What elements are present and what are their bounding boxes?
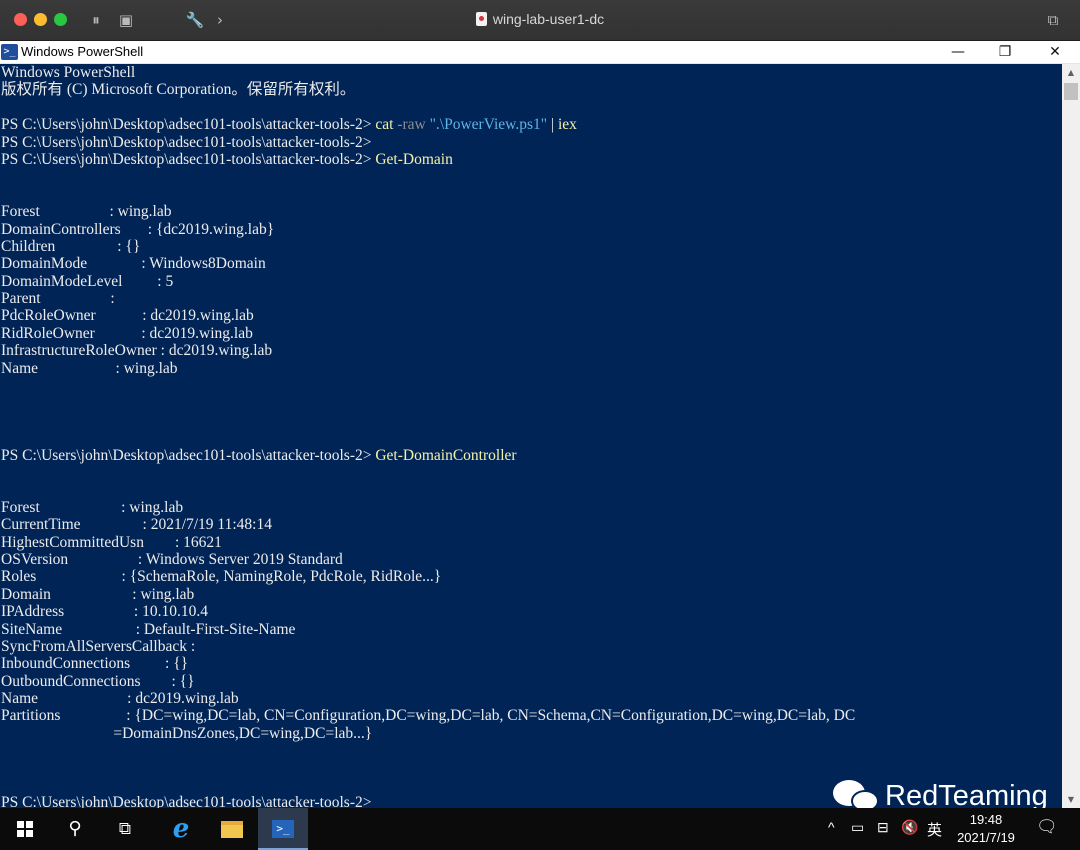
vm-window-title: wing-lab-user1-dc [0, 11, 1080, 27]
cat-string: ".\PowerView.ps1" [429, 116, 548, 134]
tray-chevron-icon[interactable]: ^ [828, 819, 835, 835]
windows-start-icon[interactable] [0, 808, 50, 850]
output-line: InfrastructureRoleOwner : dc2019.wing.la… [1, 342, 273, 360]
output-line: Forest : wing.lab [1, 203, 172, 221]
prompt: PS C:\Users\john\Desktop\adsec101-tools\… [1, 116, 376, 134]
clock-time: 19:48 [969, 812, 1003, 827]
command-line: PS C:\Users\john\Desktop\adsec101-tools\… [0, 134, 1062, 151]
output-line: =DomainDnsZones,DC=wing,DC=lab...} [1, 724, 373, 742]
output-line: Forest : wing.lab [1, 498, 184, 516]
get-domain-output: Forest : wing.lab DomainControllers : {d… [0, 203, 1062, 377]
output-line: Partitions : {DC=wing,DC=lab, CN=Configu… [1, 707, 856, 725]
output-line: SyncFromAllServersCallback : [1, 637, 196, 655]
output-line: Parent : [1, 290, 115, 308]
console-copyright-line: 版权所有 (C) Microsoft Corporation。保留所有权利。 [1, 81, 356, 99]
prompt: PS C:\Users\john\Desktop\adsec101-tools\… [1, 150, 376, 168]
output-line: DomainControllers : {dc2019.wing.lab} [1, 220, 275, 238]
output-line: InboundConnections : {} [1, 655, 189, 673]
get-domain-command: Get-Domain [375, 150, 453, 168]
prompt: PS C:\Users\john\Desktop\adsec101-tools\… [1, 794, 376, 808]
notification-icon[interactable]: 🗨 [1036, 817, 1058, 837]
console-header-line: Windows PowerShell [1, 64, 136, 81]
output-line: Roles : {SchemaRole, NamingRole, PdcRole… [1, 568, 442, 586]
iex-command: iex [557, 116, 577, 134]
file-explorer-icon[interactable] [207, 808, 257, 850]
output-line: RidRoleOwner : dc2019.wing.lab [1, 324, 253, 342]
minimize-button[interactable]: — [933, 41, 983, 63]
prompt: PS C:\Users\john\Desktop\adsec101-tools\… [1, 446, 376, 464]
scroll-down-arrow-icon[interactable]: ▼ [1062, 791, 1080, 808]
output-line: HighestCommittedUsn : 16621 [1, 533, 222, 551]
clock-date: 2021/7/19 [957, 830, 1015, 845]
output-line: Domain : wing.lab [1, 585, 195, 603]
powershell-icon: >_ [272, 820, 294, 838]
scrollbar-thumb[interactable] [1064, 83, 1078, 100]
task-view-icon[interactable]: ⧉ [100, 808, 150, 850]
command-line: PS C:\Users\john\Desktop\adsec101-tools\… [0, 116, 1062, 133]
output-line: DomainModeLevel : 5 [1, 272, 174, 290]
internet-explorer-icon[interactable]: e [156, 808, 206, 850]
get-domaincontroller-output: Forest : wing.lab CurrentTime : 2021/7/1… [0, 499, 1062, 742]
vm-document-icon [475, 12, 487, 26]
output-line: PdcRoleOwner : dc2019.wing.lab [1, 307, 254, 325]
pipe-symbol: | [550, 116, 555, 134]
scroll-up-arrow-icon[interactable]: ▲ [1062, 64, 1080, 81]
output-line: OSVersion : Windows Server 2019 Standard [1, 550, 343, 568]
display-icon[interactable]: ▭ [851, 819, 864, 836]
output-line: SiteName : Default-First-Site-Name [1, 620, 296, 638]
output-line: DomainMode : Windows8Domain [1, 255, 266, 273]
output-line: CurrentTime : 2021/7/19 11:48:14 [1, 516, 272, 534]
get-domaincontroller-command: Get-DomainController [375, 446, 517, 464]
taskbar: ⚲ ⧉ e >_ ^ ▭ ⊟ 🔇 英 19:48 2021/7/19 🗨 [0, 808, 1080, 850]
close-button[interactable]: ✕ [1030, 41, 1080, 63]
volume-muted-icon[interactable]: 🔇 [901, 819, 918, 836]
search-icon[interactable]: ⚲ [50, 808, 100, 850]
window-copy-icon[interactable]: ⧉ [1042, 9, 1064, 31]
output-line: Name : wing.lab [1, 359, 178, 377]
output-line: Name : dc2019.wing.lab [1, 690, 239, 708]
powershell-console[interactable]: Windows PowerShell 版权所有 (C) Microsoft Co… [0, 64, 1062, 808]
cat-param: -raw [397, 116, 426, 134]
vertical-scrollbar[interactable]: ▲ ▼ [1062, 64, 1080, 808]
vm-titlebar: ⏸ ▣ 🔧 › wing-lab-user1-dc ⧉ [0, 0, 1080, 41]
output-line: IPAddress : 10.10.10.4 [1, 603, 208, 621]
cat-command: cat [375, 116, 394, 134]
prompt: PS C:\Users\john\Desktop\adsec101-tools\… [1, 133, 376, 151]
command-line: PS C:\Users\john\Desktop\adsec101-tools\… [0, 151, 1062, 168]
powershell-titlebar: >_ Windows PowerShell — ❐ ✕ [0, 41, 1080, 64]
powershell-icon: >_ [1, 44, 18, 60]
ime-indicator[interactable]: 英 [927, 819, 942, 840]
maximize-button[interactable]: ❐ [980, 41, 1030, 63]
powershell-taskbar-button[interactable]: >_ [258, 808, 308, 850]
command-line: PS C:\Users\john\Desktop\adsec101-tools\… [0, 447, 1062, 464]
output-line: OutboundConnections : {} [1, 672, 195, 690]
powershell-window-title: Windows PowerShell [21, 44, 144, 59]
network-icon[interactable]: ⊟ [877, 819, 889, 836]
output-line: Children : {} [1, 237, 141, 255]
clock[interactable]: 19:48 2021/7/19 [950, 811, 1022, 847]
